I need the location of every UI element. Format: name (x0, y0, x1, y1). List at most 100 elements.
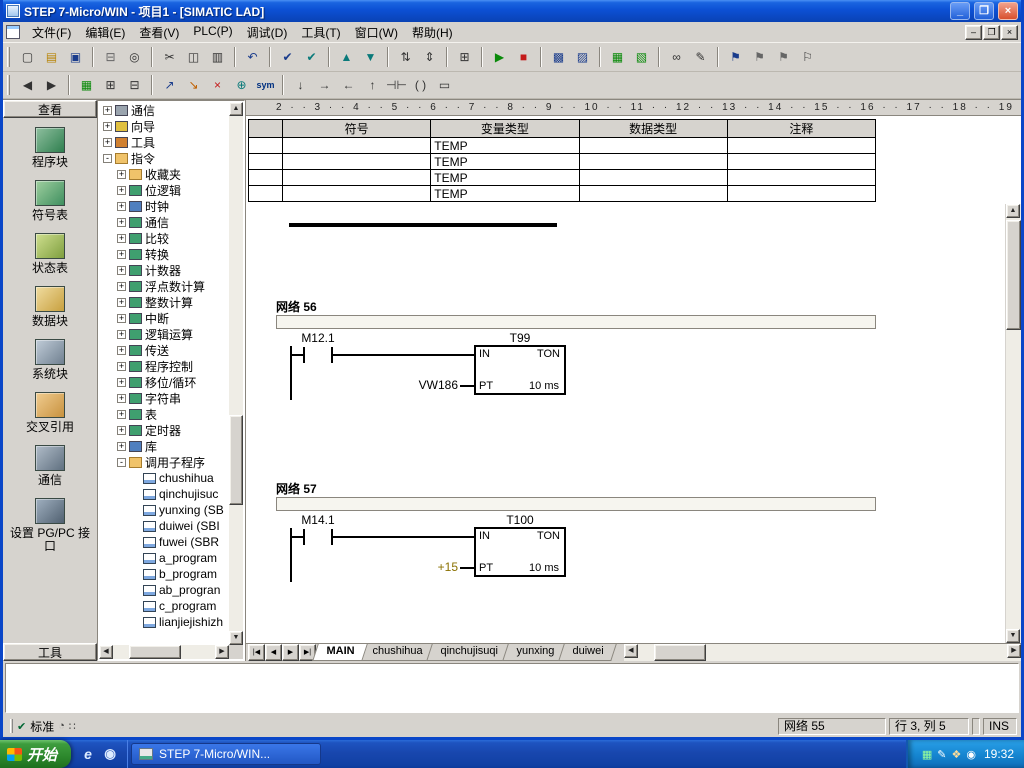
data-type-cell[interactable] (579, 138, 727, 154)
input-method-tray-icon[interactable]: ✎ (937, 748, 946, 761)
menu-item[interactable]: 编辑(E) (78, 22, 132, 43)
tree-expander-icon[interactable]: + (117, 202, 126, 211)
close-button[interactable]: × (998, 2, 1018, 20)
previous-network-icon[interactable]: ◀ (16, 74, 39, 96)
var-type-cell[interactable]: TEMP (431, 154, 579, 170)
contact-operand[interactable]: M14.1 (290, 513, 346, 527)
menu-item[interactable]: 文件(F) (25, 22, 78, 43)
insert-contact-icon[interactable]: ⊣⊢ (385, 74, 408, 96)
tree-expander-icon[interactable]: + (117, 426, 126, 435)
output-window[interactable] (5, 663, 1019, 713)
scroll-down-icon[interactable]: ▼ (229, 631, 243, 645)
var-type-cell[interactable]: TEMP (431, 138, 579, 154)
column-header[interactable]: 符号 (283, 120, 431, 138)
chart-status-icon[interactable]: ▦ (606, 46, 629, 68)
tab-chushihua[interactable]: chushihua (358, 644, 436, 661)
tree-item-wizards[interactable]: + 向导 (99, 118, 229, 134)
print-icon[interactable]: ⊟ (99, 46, 122, 68)
sidebar-item-status-chart[interactable]: 状态表 (3, 228, 97, 281)
contact-icon[interactable] (303, 529, 305, 545)
comment-cell[interactable] (727, 138, 875, 154)
undo-icon[interactable]: ↶ (241, 46, 264, 68)
comment-cell[interactable] (727, 186, 875, 202)
mdi-document-icon[interactable] (6, 25, 20, 39)
timer-operand[interactable]: T99 (474, 331, 566, 345)
tree-item-qinchujisuc[interactable]: qinchujisuc (99, 486, 229, 502)
compile-all-icon[interactable]: ✔ (300, 46, 323, 68)
tree-expander-icon[interactable]: - (117, 458, 126, 467)
table-row[interactable]: TEMP (249, 186, 876, 202)
network-comment-box[interactable] (276, 315, 876, 329)
internet-explorer-icon[interactable]: e (79, 745, 97, 763)
tree-expander-icon[interactable]: + (117, 298, 126, 307)
pause-program-status-icon[interactable]: ▨ (571, 46, 594, 68)
print-preview-icon[interactable]: ◎ (123, 46, 146, 68)
tree-expander-icon[interactable]: + (117, 266, 126, 275)
column-header[interactable]: 变量类型 (431, 120, 579, 138)
sidebar-item-set-pg-pc-interface[interactable]: 设置 PG/PC 接口 (3, 493, 97, 559)
table-row[interactable]: TEMP (249, 170, 876, 186)
tab-main[interactable]: MAIN (312, 644, 368, 661)
tab-scroll-button[interactable]: ▶ (282, 644, 299, 661)
tree-item-communications[interactable]: + 通信 (99, 102, 229, 118)
scroll-left-icon[interactable]: ◀ (99, 645, 113, 659)
data-type-cell[interactable] (579, 186, 727, 202)
tree-horizontal-scrollbar[interactable]: ◀ ▶ (99, 645, 229, 659)
tree-item-program-control[interactable]: + 程序控制 (99, 358, 229, 374)
pause-chart-status-icon[interactable]: ▧ (630, 46, 653, 68)
tree-expander-icon[interactable]: + (117, 378, 126, 387)
comment-cell[interactable] (727, 170, 875, 186)
save-icon[interactable]: ▣ (64, 46, 87, 68)
scroll-right-icon[interactable]: ▶ (215, 645, 229, 659)
row-selector[interactable] (249, 170, 283, 186)
tree-item-chushihua[interactable]: chushihua (99, 470, 229, 486)
column-header[interactable]: 数据类型 (579, 120, 727, 138)
sort-descending-icon[interactable]: ⇕ (418, 46, 441, 68)
tree-item-yunxing[interactable]: yunxing (SB (99, 502, 229, 518)
tree-expander-icon[interactable]: - (103, 154, 112, 163)
tree-item-c-program[interactable]: c_program (99, 598, 229, 614)
timer-operand[interactable]: T100 (474, 513, 566, 527)
line-up-icon[interactable]: ↑ (361, 74, 384, 96)
mdi-minimize-button[interactable]: – (965, 25, 982, 40)
upload-icon[interactable]: ▲ (335, 46, 358, 68)
sidebar-item-communications[interactable]: 通信 (3, 440, 97, 493)
var-type-cell[interactable]: TEMP (431, 186, 579, 202)
paste-icon[interactable]: ▥ (206, 46, 229, 68)
view-bar-button[interactable]: 查看 (3, 100, 97, 118)
tab-scroll-button[interactable]: |◀ (248, 644, 265, 661)
taskbar-task-button[interactable]: STEP 7-Micro/WIN... (131, 743, 321, 765)
grid-icon[interactable]: ∷ (69, 720, 76, 733)
row-selector[interactable] (249, 154, 283, 170)
insert-box-icon[interactable]: ▭ (433, 74, 456, 96)
insert-branch-up-icon[interactable]: ↗ (158, 74, 181, 96)
tree-item-interrupt[interactable]: + 中断 (99, 310, 229, 326)
tree-expander-icon[interactable]: + (117, 218, 126, 227)
menu-item[interactable]: 调试(D) (240, 22, 295, 43)
menu-item[interactable]: 查看(V) (132, 22, 186, 43)
insert-coil-icon[interactable]: ( ) (409, 74, 432, 96)
tree-expander-icon[interactable]: + (103, 138, 112, 147)
tree-expander-icon[interactable]: + (117, 410, 126, 419)
titlebar[interactable]: STEP 7-Micro/WIN - 项目1 - [SIMATIC LAD] _… (3, 0, 1021, 22)
table-row[interactable]: TEMP (249, 154, 876, 170)
tab-qinchujisuqi[interactable]: qinchujisuqi (427, 644, 512, 661)
cut-icon[interactable]: ✂ (158, 46, 181, 68)
tree-item-bit-logic[interactable]: + 位逻辑 (99, 182, 229, 198)
insert-branch-down-icon[interactable]: ↘ (182, 74, 205, 96)
tab-scroll-button[interactable]: ◀ (265, 644, 282, 661)
menu-item[interactable]: 工具(T) (294, 22, 347, 43)
sidebar-item-program-block[interactable]: 程序块 (3, 122, 97, 175)
tree-expander-icon[interactable]: + (117, 362, 126, 371)
symbol-cell[interactable] (283, 170, 431, 186)
network-comment-box[interactable] (276, 497, 876, 511)
row-selector-header[interactable] (249, 120, 283, 138)
line-right-icon[interactable]: → (313, 74, 336, 96)
menu-item[interactable]: 帮助(H) (405, 22, 460, 43)
editor-vertical-scrollbar[interactable]: ▲ ▼ (1005, 204, 1021, 643)
ladder-network-56[interactable]: 网络 56 M12.1 T99 IN (276, 298, 876, 407)
sidebar-item-data-block[interactable]: 数据块 (3, 281, 97, 334)
contact-icon[interactable] (303, 347, 305, 363)
delete-row-icon[interactable]: ⊟ (123, 74, 146, 96)
column-header[interactable]: 注释 (727, 120, 875, 138)
